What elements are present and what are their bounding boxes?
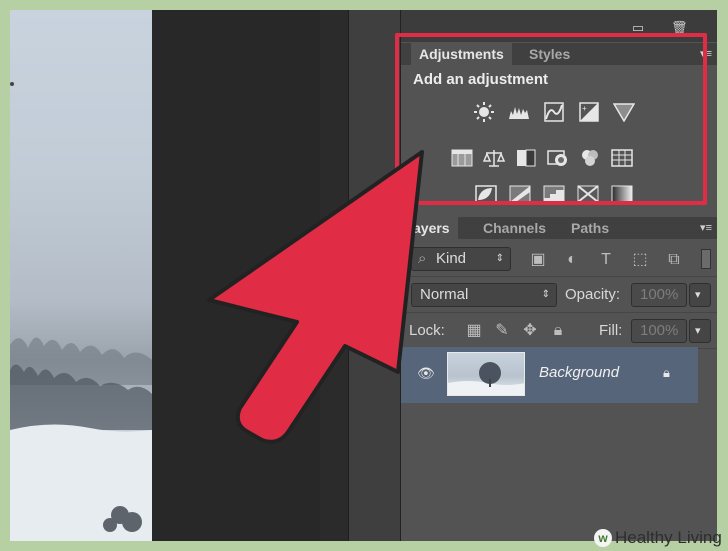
canvas-pasteboard bbox=[152, 10, 320, 541]
opacity-input[interactable]: 100% bbox=[631, 283, 687, 307]
chevron-updown-icon: ⇕ bbox=[495, 253, 504, 264]
opacity-dropdown-button[interactable]: ▾ bbox=[689, 283, 711, 307]
filter-toggle-switch[interactable] bbox=[701, 249, 711, 269]
layers-panel: ayers Channels Paths ▾≡ Kind ⌕ ⇕ ▣ ◐ T ⬚… bbox=[401, 217, 717, 541]
blend-mode-value: Normal bbox=[420, 286, 469, 303]
kind-filter-label: Kind bbox=[436, 250, 467, 267]
adjustments-highlight-box bbox=[395, 33, 707, 205]
fill-label: Fill: bbox=[599, 322, 623, 339]
layer-filter-row: Kind ⌕ ⇕ ▣ ◐ T ⬚ ⧉ bbox=[401, 241, 717, 277]
tab-layers[interactable]: ayers bbox=[401, 217, 458, 239]
lock-position-move-icon[interactable]: ✥ bbox=[521, 322, 539, 340]
blend-mode-select[interactable]: Normal ⇕ bbox=[411, 283, 557, 307]
layer-name: Background bbox=[539, 364, 620, 381]
panel-divider[interactable] bbox=[348, 10, 400, 541]
filter-adjustment-icon[interactable]: ◐ bbox=[563, 251, 581, 269]
opacity-value: 100% bbox=[640, 286, 679, 303]
filter-pixel-icon[interactable]: ▣ bbox=[529, 251, 547, 269]
watermark-badge-icon: w bbox=[594, 529, 612, 547]
fill-dropdown-button[interactable]: ▾ bbox=[689, 319, 711, 343]
lock-transparency-icon[interactable]: ▦ bbox=[465, 322, 483, 340]
filter-smartobject-icon[interactable]: ⧉ bbox=[665, 251, 683, 269]
filter-type-icon[interactable]: T bbox=[597, 251, 615, 269]
canvas-photo bbox=[10, 10, 152, 541]
blend-opacity-row: Normal ⇕ Opacity: 100% ▾ bbox=[401, 277, 717, 313]
visibility-eye-icon[interactable]: 👁︎ bbox=[417, 365, 435, 382]
layer-row-background[interactable]: 👁︎ Background 🔒︎ bbox=[401, 347, 698, 403]
canvas-pasteboard-edge bbox=[320, 10, 348, 541]
fill-input[interactable]: 100% bbox=[631, 319, 687, 343]
search-icon: ⌕ bbox=[418, 250, 427, 267]
tab-channels[interactable]: Channels bbox=[475, 217, 554, 239]
chevron-updown-icon: ⇕ bbox=[541, 289, 550, 300]
lock-pixels-brush-icon[interactable]: ✎ bbox=[493, 322, 511, 340]
fill-value: 100% bbox=[640, 322, 679, 339]
layers-tabbar: ayers Channels Paths ▾≡ bbox=[401, 217, 717, 239]
tab-paths[interactable]: Paths bbox=[563, 217, 617, 239]
lock-all-icon[interactable]: 🔒︎ bbox=[549, 322, 567, 340]
lock-fill-row: Lock: ▦ ✎ ✥ 🔒︎ Fill: 100% ▾ bbox=[401, 313, 717, 349]
lock-label: Lock: bbox=[409, 322, 445, 339]
watermark-text: Healthy Living bbox=[615, 528, 722, 547]
kind-filter-select[interactable]: Kind ⌕ ⇕ bbox=[411, 247, 511, 271]
layer-lock-icon: 🔒︎ bbox=[663, 365, 670, 380]
layer-thumbnail bbox=[447, 352, 525, 396]
opacity-label: Opacity: bbox=[565, 286, 621, 303]
watermark: w Healthy Living bbox=[594, 528, 722, 548]
layers-panel-menu-icon[interactable]: ▾≡ bbox=[700, 221, 712, 234]
filter-shape-icon[interactable]: ⬚ bbox=[631, 251, 649, 269]
